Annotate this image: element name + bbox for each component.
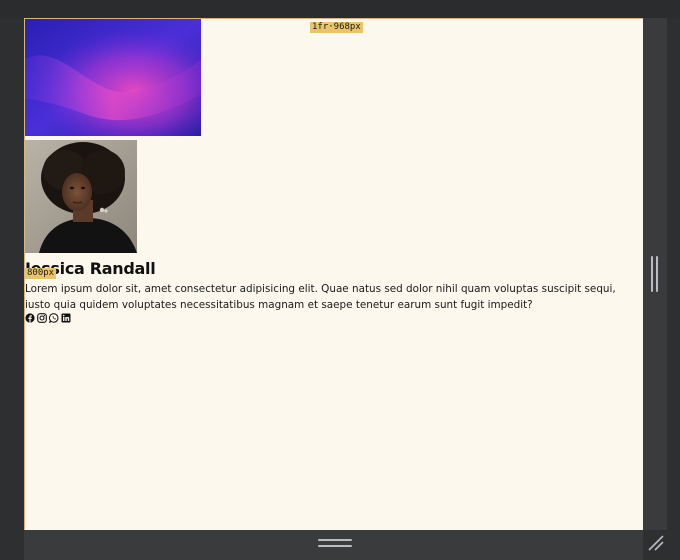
bottom-resize-handle[interactable] [318,539,352,548]
linkedin-icon[interactable] [61,313,71,323]
instagram-icon[interactable] [37,313,47,323]
corner-resize-grip[interactable] [645,532,665,552]
cover-banner [25,19,201,136]
page-viewport: Jessica Randall Lorem ipsum dolor sit, a… [24,18,643,530]
responsive-frame: Jessica Randall Lorem ipsum dolor sit, a… [0,0,680,560]
grid-row-track-badge: 800px [25,268,57,279]
profile-bio: Lorem ipsum dolor sit, amet consectetur … [25,283,616,311]
frame-top-bar [0,0,680,18]
social-links [25,313,71,325]
facebook-icon[interactable] [25,313,35,323]
whatsapp-icon[interactable] [49,313,59,323]
grid-column-track-badge: 1fr·968px [310,22,363,33]
profile-avatar [25,140,137,253]
right-resize-handle[interactable] [651,256,659,292]
